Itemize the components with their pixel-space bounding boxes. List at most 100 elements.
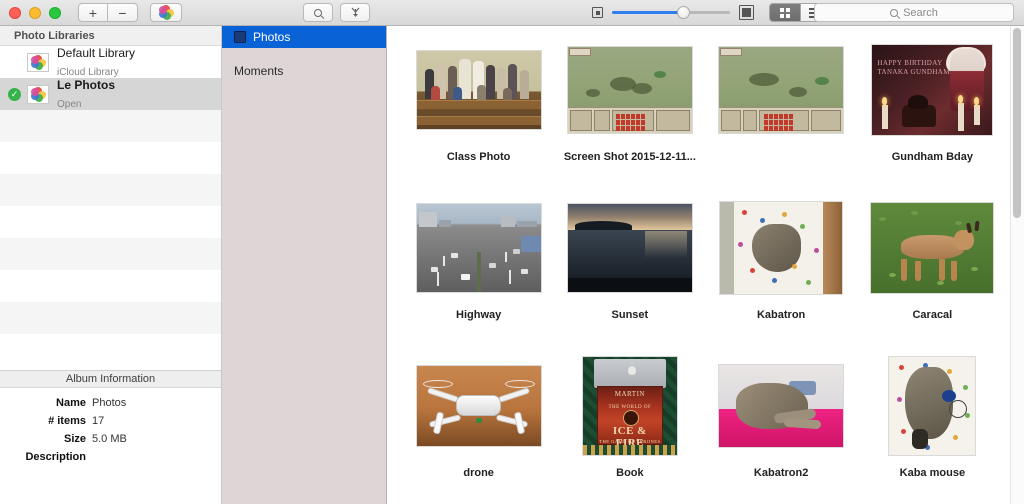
photo-cell[interactable]: Kaba mouse	[857, 356, 1008, 504]
photo-caption: Highway	[456, 309, 502, 321]
photo-caption: Gundham Bday	[891, 151, 974, 163]
photo-grid-area: Class Photo Screen Shot 2015-12-11... HA…	[387, 26, 1024, 504]
empty-row	[0, 302, 221, 334]
thumbnail-wrap: MARTIN THE WORLD OF ICE & FIRE THE GAME …	[581, 356, 678, 456]
grid-view-button[interactable]	[769, 3, 801, 22]
titlebar: + − Search	[0, 0, 1024, 26]
albums-panel: Photos Moments	[222, 26, 387, 504]
empty-row	[0, 142, 221, 174]
photo-caption: Kabatron	[756, 309, 806, 321]
empty-row	[0, 206, 221, 238]
photo-caption: Class Photo	[446, 151, 511, 163]
library-icon	[27, 52, 49, 72]
thumbnail-wrap	[719, 198, 844, 298]
photo-cell[interactable]: Sunset	[554, 198, 705, 356]
large-thumbnail-icon	[739, 5, 754, 20]
photo-thumbnail[interactable]: HAPPY BIRTHDAY TANAKA GUNDHAM	[871, 44, 994, 136]
add-remove-library-group: + −	[78, 3, 138, 22]
photo-thumbnail[interactable]	[415, 365, 542, 447]
remove-library-button[interactable]: −	[108, 3, 138, 22]
inspect-tools-group	[303, 3, 370, 22]
photo-thumbnail[interactable]	[870, 202, 995, 294]
empty-row	[0, 270, 221, 302]
photo-thumbnail[interactable]	[719, 201, 844, 295]
photo-thumbnail[interactable]	[888, 356, 977, 456]
download-arrow-icon	[351, 7, 359, 17]
library-list: ✓ Default Library iCloud Library ✓	[0, 46, 221, 370]
photo-cell[interactable]: MARTIN THE WORLD OF ICE & FIRE THE GAME …	[554, 356, 705, 504]
empty-row	[0, 174, 221, 206]
photo-thumbnail[interactable]	[718, 364, 845, 448]
active-check-icon: ✓	[8, 87, 21, 101]
photo-thumbnail[interactable]	[718, 46, 845, 134]
loupe-button[interactable]	[303, 3, 333, 22]
empty-row	[0, 238, 221, 270]
album-label: Photos	[253, 30, 291, 44]
add-library-button[interactable]: +	[78, 3, 108, 22]
photo-caption: Book	[616, 467, 644, 479]
zoom-button[interactable]	[49, 6, 61, 19]
album-item-photos[interactable]: Photos	[222, 26, 386, 48]
info-row-description: Description	[25, 451, 86, 463]
bday-art-text: HAPPY BIRTHDAY TANAKA GUNDHAM	[877, 59, 950, 76]
photo-cell[interactable]: Screen Shot 2015-12-11...	[554, 40, 705, 198]
album-information-header: Album Information	[0, 370, 221, 388]
album-icon	[234, 31, 246, 43]
photos-flower-icon	[158, 5, 174, 20]
photo-cell[interactable]: Kabatron2	[706, 356, 857, 504]
magnifier-icon	[314, 8, 322, 17]
search-field[interactable]: Search	[814, 3, 1014, 22]
photos-app-button[interactable]	[150, 3, 182, 22]
photo-cell[interactable]: Highway	[403, 198, 554, 356]
photo-cell[interactable]: Class Photo	[403, 40, 554, 198]
sidebar: Photo Libraries ✓ Default Library iCloud…	[0, 26, 222, 504]
library-icon	[27, 84, 49, 104]
library-subtitle: Open	[57, 99, 82, 110]
photo-caption: drone	[463, 467, 494, 479]
small-thumbnail-icon	[592, 7, 603, 18]
sidebar-item-le-photos[interactable]: ✓ Le Photos Open	[0, 78, 221, 110]
empty-row	[0, 110, 221, 142]
thumbnail-wrap	[415, 198, 542, 298]
photo-cell[interactable]: Kabatron	[706, 198, 857, 356]
thumbnail-wrap: HAPPY BIRTHDAY TANAKA GUNDHAM	[871, 40, 994, 140]
thumbnail-size-slider[interactable]	[612, 5, 730, 21]
photo-caption: Screen Shot 2015-12-11...	[563, 151, 696, 163]
thumbnail-wrap	[415, 356, 542, 456]
photo-cell[interactable]: HAPPY BIRTHDAY TANAKA GUNDHAM Gundham Bd…	[857, 40, 1008, 198]
info-row-name: Name Photos	[56, 397, 127, 409]
photo-cell[interactable]: Caracal	[857, 198, 1008, 356]
photo-thumbnail[interactable]	[415, 203, 542, 293]
photo-caption: Kabatron2	[753, 467, 809, 479]
view-controls	[592, 3, 833, 22]
info-row-items: # items 17	[48, 415, 105, 427]
album-label: Moments	[234, 64, 284, 78]
empty-row	[0, 334, 221, 366]
minimize-button[interactable]	[29, 6, 41, 19]
photo-thumbnail[interactable]	[566, 203, 693, 293]
photo-caption: Sunset	[611, 309, 649, 321]
thumbnail-wrap	[566, 198, 693, 298]
thumbnail-wrap	[415, 40, 542, 140]
close-button[interactable]	[9, 6, 21, 19]
info-row-size: Size 5.0 MB	[63, 433, 127, 445]
thumbnail-wrap	[888, 356, 977, 456]
vertical-scrollbar[interactable]	[1010, 26, 1024, 504]
thumbnail-wrap	[718, 40, 845, 140]
book-line3: THE GAME OF THRONES	[599, 439, 661, 445]
thumbnail-wrap	[870, 198, 995, 298]
album-item-moments[interactable]: Moments	[222, 60, 386, 82]
photos-library-manager-window: + − Search Photo Libraries Default Libra…	[0, 0, 1024, 504]
thumbnail-wrap	[566, 40, 693, 140]
photo-thumbnail[interactable]	[415, 50, 542, 130]
sidebar-item-default-library[interactable]: ✓ Default Library iCloud Library	[0, 46, 221, 78]
photo-cell[interactable]	[706, 40, 857, 198]
search-icon	[890, 8, 899, 17]
photo-cell[interactable]: drone	[403, 356, 554, 504]
photo-thumbnail[interactable]	[566, 46, 693, 134]
photo-thumbnail[interactable]: MARTIN THE WORLD OF ICE & FIRE THE GAME …	[581, 356, 678, 456]
scrollbar-thumb[interactable]	[1013, 28, 1021, 218]
book-author: MARTIN	[614, 390, 645, 399]
album-information-panel: Name Photos # items 17 Size 5.0 MB Descr…	[0, 388, 221, 504]
export-button[interactable]	[340, 3, 370, 22]
